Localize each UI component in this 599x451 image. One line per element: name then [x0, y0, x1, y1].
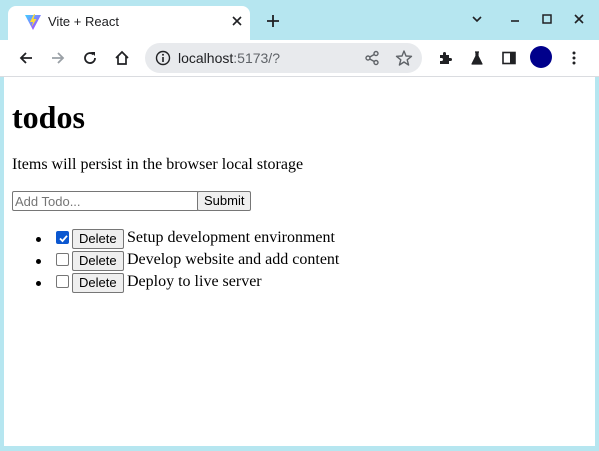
title-bar: Vite + React	[0, 0, 599, 40]
info-icon[interactable]	[155, 50, 171, 66]
delete-button[interactable]: Delete	[72, 273, 124, 293]
new-tab-icon[interactable]	[262, 10, 284, 32]
todo-item: Delete Setup development environment	[12, 228, 572, 250]
minimize-icon[interactable]	[505, 9, 525, 29]
todo-item: Delete Develop website and add content	[12, 250, 572, 272]
submit-button[interactable]: Submit	[197, 191, 252, 211]
forward-arrow-icon[interactable]	[46, 46, 70, 70]
side-panel-icon[interactable]	[497, 46, 521, 70]
home-icon[interactable]	[110, 46, 134, 70]
page-title: todos	[12, 99, 85, 135]
page-viewport: todos Items will persist in the browser …	[4, 77, 595, 446]
list-bullet	[36, 259, 41, 264]
todo-checkbox[interactable]	[56, 275, 69, 288]
close-window-icon[interactable]	[569, 9, 589, 29]
reload-icon[interactable]	[78, 46, 102, 70]
extensions-puzzle-icon[interactable]	[433, 46, 457, 70]
share-icon[interactable]	[364, 50, 380, 66]
browser-toolbar: localhost:5173/?	[0, 40, 599, 77]
vite-logo-icon	[24, 13, 42, 31]
todo-text: Deploy to live server	[127, 273, 262, 290]
todo-checkbox[interactable]	[56, 231, 69, 244]
more-menu-icon[interactable]	[562, 46, 586, 70]
tab-search-chevron-icon[interactable]	[467, 9, 487, 29]
list-bullet	[36, 237, 41, 242]
address-bar[interactable]: localhost:5173/?	[145, 43, 422, 73]
close-tab-icon[interactable]	[227, 11, 247, 31]
todo-checkbox[interactable]	[56, 253, 69, 266]
tab-title: Vite + React	[48, 14, 119, 29]
url-host: localhost	[178, 50, 234, 66]
profile-avatar[interactable]	[530, 46, 552, 68]
maximize-icon[interactable]	[537, 9, 557, 29]
back-arrow-icon[interactable]	[14, 46, 38, 70]
labs-flask-icon[interactable]	[465, 46, 489, 70]
todo-text: Develop website and add content	[127, 251, 340, 268]
delete-button[interactable]: Delete	[72, 229, 124, 249]
page-subtitle: Items will persist in the browser local …	[12, 156, 304, 173]
url-path: :5173/?	[233, 50, 280, 66]
add-todo-input[interactable]	[12, 191, 199, 211]
todo-item: Delete Deploy to live server	[12, 272, 572, 294]
list-bullet	[36, 281, 41, 286]
browser-tab[interactable]: Vite + React	[8, 6, 250, 40]
todo-text: Setup development environment	[127, 229, 335, 246]
delete-button[interactable]: Delete	[72, 251, 124, 271]
bookmark-star-icon[interactable]	[395, 49, 413, 67]
url-text: localhost:5173/?	[178, 49, 280, 67]
